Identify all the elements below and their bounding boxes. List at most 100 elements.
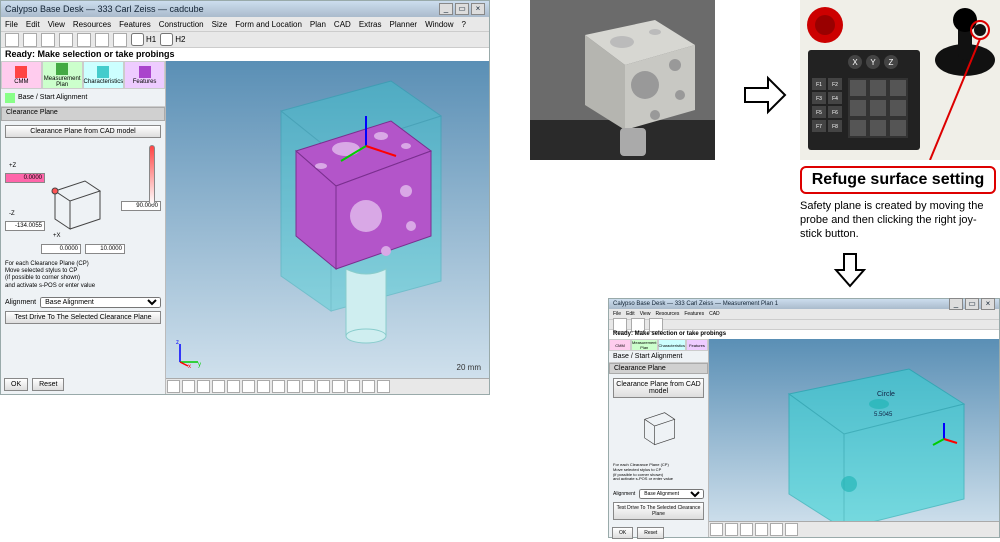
minus-z-value[interactable]: -134.0055 (5, 221, 45, 231)
menu-bar: File Edit View Resources Features Constr… (1, 17, 489, 31)
clearance-from-cad-button[interactable]: Clearance Plane from CAD model (613, 378, 704, 398)
3d-viewport[interactable]: Circle 5.5045 (709, 339, 999, 537)
minimize-button[interactable]: _ (439, 3, 453, 15)
right-value[interactable]: 90.0000 (121, 201, 161, 211)
view-tool-icon[interactable] (347, 380, 360, 393)
menu-cad[interactable]: CAD (334, 20, 351, 29)
bottom-value-2[interactable]: 10.0000 (85, 244, 125, 254)
view-tool-icon[interactable] (242, 380, 255, 393)
clearance-plane-header[interactable]: Clearance Plane (609, 363, 708, 374)
menu-item[interactable]: View (640, 311, 651, 317)
svg-text:Z: Z (889, 58, 894, 67)
bottom-value-1[interactable]: 0.0000 (41, 244, 81, 254)
base-alignment-row[interactable]: Base / Start Alignment (609, 351, 708, 363)
menu-construction[interactable]: Construction (159, 20, 204, 29)
view-tool-icon[interactable] (257, 380, 270, 393)
plus-z-label: +Z (9, 163, 16, 169)
view-tool-icon[interactable] (332, 380, 345, 393)
alignment-select[interactable]: Base Alignment (40, 297, 161, 308)
base-alignment-row[interactable]: Base / Start Alignment (1, 89, 165, 107)
view-tool-icon[interactable] (302, 380, 315, 393)
clearance-plane-header[interactable]: Clearance Plane (1, 107, 165, 121)
view-tool-icon[interactable] (740, 523, 753, 536)
svg-text:Circle: Circle (877, 391, 895, 398)
menu-item[interactable]: File (613, 311, 621, 317)
toolbar-icon[interactable] (23, 33, 37, 47)
view-tool-icon[interactable] (785, 523, 798, 536)
svg-text:y: y (198, 362, 201, 368)
tab-cmm[interactable]: CMM (609, 339, 631, 351)
view-tool-icon[interactable] (272, 380, 285, 393)
tab-features[interactable]: Features (124, 61, 165, 89)
menu-item[interactable]: CAD (709, 311, 720, 317)
minimize-button[interactable]: _ (949, 298, 963, 310)
view-tool-icon[interactable] (377, 380, 390, 393)
view-tool-icon[interactable] (770, 523, 783, 536)
view-tool-icon[interactable] (755, 523, 768, 536)
menu-item[interactable]: Resources (655, 311, 679, 317)
reset-button[interactable]: Reset (637, 527, 664, 539)
menu-help[interactable]: ? (462, 20, 466, 29)
alignment-select[interactable]: Base Alignment (639, 489, 704, 499)
view-tool-icon[interactable] (362, 380, 375, 393)
toolbar-icon[interactable] (59, 33, 73, 47)
tab-measurement-plan[interactable]: Measurement Plan (42, 61, 83, 89)
menu-form-location[interactable]: Form and Location (235, 20, 302, 29)
menu-view[interactable]: View (48, 20, 65, 29)
view-tool-icon[interactable] (287, 380, 300, 393)
tab-characteristics[interactable]: Characteristics (83, 61, 125, 89)
3d-viewport[interactable]: z y x 20 mm (166, 61, 489, 394)
menu-file[interactable]: File (5, 20, 18, 29)
toolbar-icon[interactable] (649, 318, 663, 332)
tab-characteristics[interactable]: Characteristics (658, 339, 686, 351)
svg-text:F5: F5 (816, 110, 822, 116)
menu-plan[interactable]: Plan (310, 20, 326, 29)
left-panel: CMM Measurement Plan Characteristics Fea… (1, 61, 166, 394)
toolbar-icon[interactable] (613, 318, 627, 332)
toolbar-icon[interactable] (95, 33, 109, 47)
test-drive-button[interactable]: Test Drive To The Selected Clearance Pla… (613, 502, 704, 520)
view-tool-icon[interactable] (710, 523, 723, 536)
toolbar-icon[interactable] (41, 33, 55, 47)
checkbox-h2[interactable]: H2 (160, 33, 185, 46)
toolbar-icon[interactable] (5, 33, 19, 47)
reset-button[interactable]: Reset (32, 378, 64, 391)
view-tool-icon[interactable] (182, 380, 195, 393)
title-bar: Calypso Base Desk — 333 Carl Zeiss — cad… (1, 1, 489, 17)
menu-window[interactable]: Window (425, 20, 453, 29)
menu-edit[interactable]: Edit (26, 20, 40, 29)
clearance-from-cad-button[interactable]: Clearance Plane from CAD model (5, 125, 161, 138)
view-tool-icon[interactable] (212, 380, 225, 393)
menu-resources[interactable]: Resources (73, 20, 111, 29)
menu-size[interactable]: Size (212, 20, 228, 29)
z-value-field[interactable]: 0.0000 (5, 173, 45, 183)
menu-extras[interactable]: Extras (359, 20, 382, 29)
ok-button[interactable]: OK (4, 378, 28, 391)
close-button[interactable]: × (981, 298, 995, 310)
toolbar-icon[interactable] (113, 33, 127, 47)
arrow-down-icon (830, 250, 870, 293)
svg-text:Y: Y (870, 58, 876, 67)
toolbar-icon[interactable] (631, 318, 645, 332)
maximize-button[interactable]: ▭ (965, 298, 979, 310)
test-drive-button[interactable]: Test Drive To The Selected Clearance Pla… (5, 311, 161, 324)
view-tool-icon[interactable] (317, 380, 330, 393)
tab-features[interactable]: Features (686, 339, 708, 351)
tab-measurement-plan[interactable]: Measurement Plan (631, 339, 657, 351)
svg-text:F8: F8 (832, 124, 838, 130)
view-tool-icon[interactable] (197, 380, 210, 393)
ok-button[interactable]: OK (612, 527, 633, 539)
menu-item[interactable]: Edit (626, 311, 635, 317)
maximize-button[interactable]: ▭ (455, 3, 469, 15)
view-tool-icon[interactable] (227, 380, 240, 393)
menu-features[interactable]: Features (119, 20, 151, 29)
view-tool-icon[interactable] (167, 380, 180, 393)
close-button[interactable]: × (471, 3, 485, 15)
menu-planner[interactable]: Planner (389, 20, 417, 29)
app-title: Calypso Base Desk — 333 Carl Zeiss — cad… (5, 4, 204, 14)
toolbar-icon[interactable] (77, 33, 91, 47)
tab-cmm[interactable]: CMM (1, 61, 42, 89)
view-tool-icon[interactable] (725, 523, 738, 536)
menu-item[interactable]: Features (684, 311, 704, 317)
checkbox-h1[interactable]: H1 (131, 33, 156, 46)
